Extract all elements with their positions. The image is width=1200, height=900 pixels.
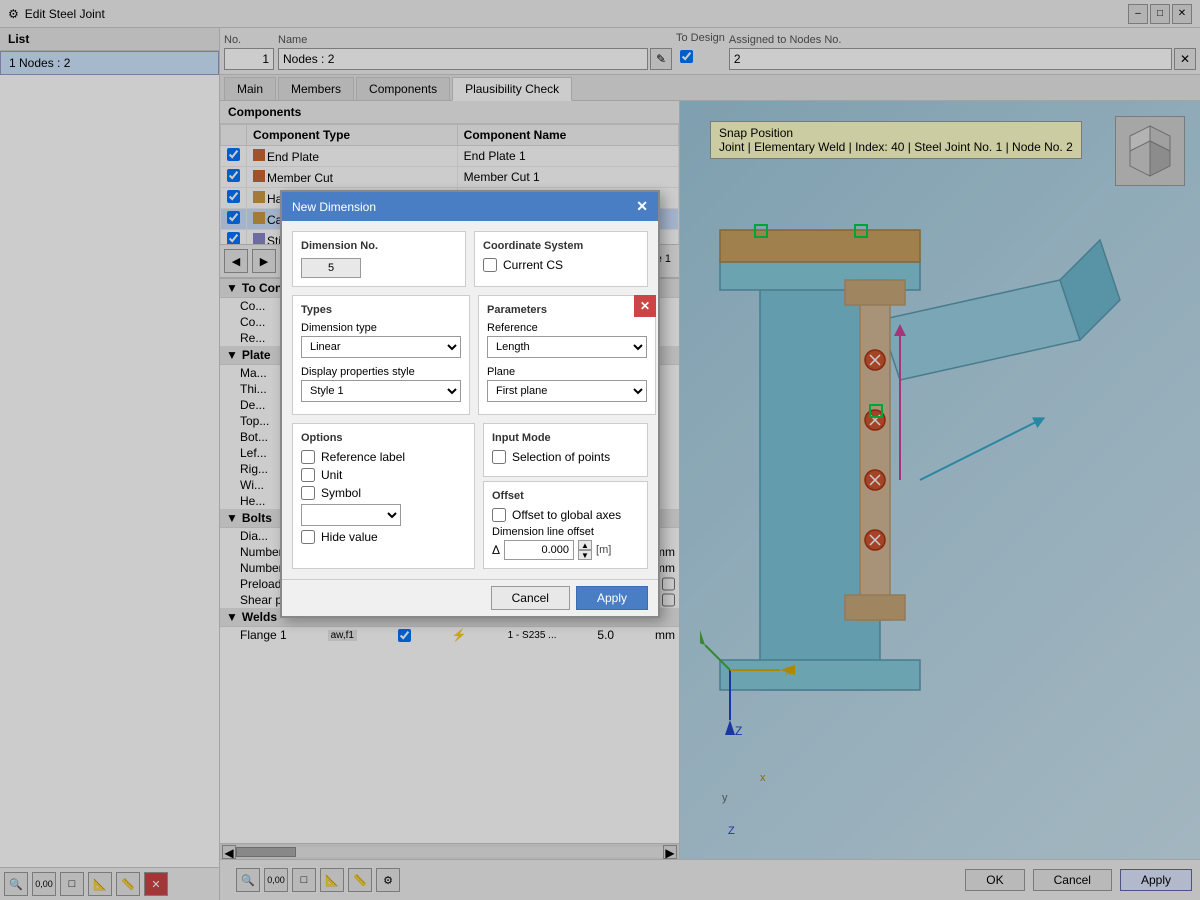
params-label: Parameters [487,304,647,316]
input-mode-label: Input Mode [492,432,639,444]
offset-section: Offset Offset to global axes Dimension l… [483,481,648,569]
ref-label: Reference [487,322,647,334]
dim-no-section: Dimension No. [292,231,466,287]
modal-close-button[interactable]: ✕ [636,198,648,215]
offset-global-row: Offset to global axes [492,508,639,522]
modal-top-section: Dimension No. Coordinate System Current … [292,231,648,287]
ref-label-check: Reference label [321,450,405,464]
ref-label-row: Reference label [301,450,466,464]
dim-line-offset-label: Dimension line offset [492,526,639,538]
params-inner: Parameters Reference Length Angle [478,295,656,415]
unit-label: Unit [321,468,342,482]
sel-points-row: Selection of points [492,450,639,464]
plane-select[interactable]: First plane Second plane [487,380,647,402]
dim-type-row: Dimension type Linear Angular Arc [301,322,461,358]
offset-down-button[interactable]: ▼ [578,550,592,560]
offset-spinners: ▲ ▼ [578,540,592,560]
current-cs-label: Current CS [503,258,563,272]
modal-overlay: New Dimension ✕ Dimension No. Coordinate… [0,0,1200,900]
offset-global-checkbox[interactable] [492,508,506,522]
hide-value-check-row: Hide value [301,530,466,544]
plane-row: Plane First plane Second plane [487,366,647,402]
display-type-select[interactable] [301,504,401,526]
current-cs-checkbox[interactable] [483,258,497,272]
symbol-checkbox[interactable] [301,486,315,500]
symbol-label: Symbol [321,486,361,500]
sel-points-label: Selection of points [512,450,610,464]
unit-row: Unit [301,468,466,482]
modal-options-section: Options Reference label Unit Symbol [292,423,648,569]
options-section: Options Reference label Unit Symbol [292,423,475,569]
unit-checkbox[interactable] [301,468,315,482]
modal-header: New Dimension ✕ [282,192,658,221]
modal-footer: Cancel Apply [282,579,658,616]
plane-label: Plane [487,366,647,378]
input-mode-section: Input Mode Selection of points [483,423,648,477]
hide-value-checkbox[interactable] [301,530,315,544]
offset-label: Offset [492,490,639,502]
display-style-row: Display properties style Style 1 Style 2 [301,366,461,402]
dim-type-label: Dimension type [301,322,461,334]
options-label: Options [301,432,466,444]
modal-apply-button[interactable]: Apply [576,586,648,610]
display-style-select[interactable]: Style 1 Style 2 [301,380,461,402]
modal-body: Dimension No. Coordinate System Current … [282,221,658,579]
offset-value-input[interactable] [504,540,574,560]
cs-section: Coordinate System Current CS [474,231,648,287]
types-label: Types [301,304,461,316]
params-section: Parameters Reference Length Angle [478,295,656,415]
dim-line-offset-group: Dimension line offset Δ ▲ ▼ [m] [492,526,639,560]
modal-title: New Dimension [292,200,376,214]
offset-up-button[interactable]: ▲ [578,540,592,550]
offset-global-label: Offset to global axes [512,508,621,522]
sel-points-checkbox[interactable] [492,450,506,464]
new-dimension-modal: New Dimension ✕ Dimension No. Coordinate… [280,190,660,618]
ref-select[interactable]: Length Angle [487,336,647,358]
hide-value-label: Hide value [321,530,378,544]
types-section: Types Dimension type Linear Angular Arc [292,295,470,415]
input-offset-section: Input Mode Selection of points Offset Of… [483,423,648,569]
offset-input-row: Δ ▲ ▼ [m] [492,540,639,560]
delta-icon: Δ [492,543,500,557]
display-style-label: Display properties style [301,366,461,378]
dim-no-label: Dimension No. [301,240,457,252]
modal-cancel-button[interactable]: Cancel [491,586,570,610]
delete-param-button[interactable]: ✕ [634,295,656,317]
offset-unit-label: [m] [596,544,611,556]
current-cs-row: Current CS [483,258,639,272]
ref-label-checkbox[interactable] [301,450,315,464]
symbol-row: Symbol [301,486,466,500]
modal-mid-section: Types Dimension type Linear Angular Arc [292,295,648,415]
dim-no-input[interactable] [301,258,361,278]
hide-value-row [301,504,466,526]
cs-label: Coordinate System [483,240,639,252]
ref-row: Reference Length Angle [487,322,647,358]
dim-type-select[interactable]: Linear Angular Arc [301,336,461,358]
